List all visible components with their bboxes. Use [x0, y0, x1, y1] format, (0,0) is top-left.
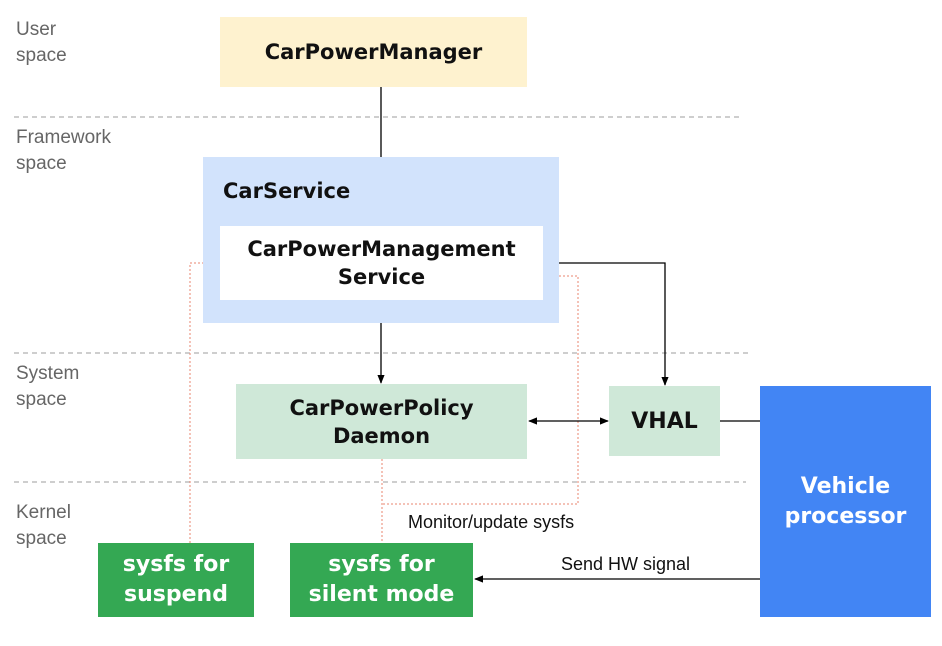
node-vhal: VHAL	[609, 386, 720, 456]
node-sysfs-suspend-label: sysfs for suspend	[122, 552, 230, 607]
node-car-power-manager: CarPowerManager	[220, 17, 527, 87]
edge-label-monitor-update: Monitor/update sysfs	[408, 512, 575, 532]
node-car-power-policy-daemon: CarPowerPolicy Daemon	[236, 384, 527, 459]
node-sysfs-silent-mode: sysfs for silent mode	[290, 543, 473, 617]
node-car-power-management-service-label: CarPowerManagement Service	[247, 237, 516, 289]
node-sysfs-silent-mode-label: sysfs for silent mode	[308, 552, 455, 607]
layer-label-framework: Framework space	[16, 127, 112, 174]
node-vehicle-processor-label: Vehicle processor	[784, 473, 907, 529]
layer-label-user: User space	[16, 19, 67, 66]
layer-label-system: System space	[16, 363, 80, 410]
node-car-power-policy-daemon-label: CarPowerPolicy Daemon	[289, 395, 474, 448]
node-vhal-label: VHAL	[631, 408, 698, 434]
node-car-power-manager-label: CarPowerManager	[264, 40, 483, 64]
layer-label-kernel: Kernel space	[16, 502, 71, 549]
arrow-cpms-vhal-bidirectional	[544, 259, 669, 386]
edge-label-send-hw-signal: Send HW signal	[561, 554, 691, 574]
node-car-power-management-service: CarPowerManagement Service	[220, 226, 543, 300]
node-sysfs-suspend: sysfs for suspend	[98, 543, 254, 617]
node-vehicle-processor: Vehicle processor	[760, 386, 931, 617]
node-car-service-label: CarService	[223, 179, 351, 203]
